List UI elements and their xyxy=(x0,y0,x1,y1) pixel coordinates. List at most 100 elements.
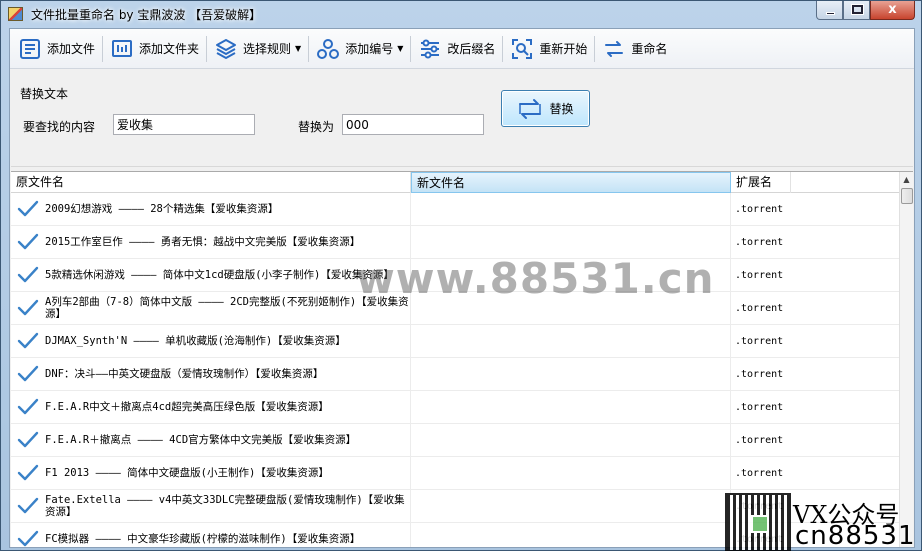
cell-new-name[interactable] xyxy=(411,193,731,225)
cell-original-name[interactable]: DNF：决斗——中英文硬盘版（爱情玫瑰制作）【爱收集资源】 xyxy=(11,358,411,390)
cell-original-name[interactable]: 5款精选休闲游戏 ———— 简体中文1cd硬盘版(小李子制作)【爱收集资源】 xyxy=(11,259,411,291)
cell-extension[interactable]: .torrent xyxy=(731,259,899,291)
cell-new-name[interactable] xyxy=(411,424,731,456)
scroll-thumb[interactable] xyxy=(901,188,913,204)
window-title: 文件批量重命名 by 宝鼎波波 【吾爱破解】 xyxy=(31,8,262,22)
cell-original-name[interactable]: DJMAX_Synth'N ———— 单机收藏版(沧海制作)【爱收集资源】 xyxy=(11,325,411,357)
checkmark-icon[interactable] xyxy=(17,265,39,285)
replace-button[interactable]: 替换 xyxy=(501,90,590,127)
checkmark-icon[interactable] xyxy=(17,496,39,516)
replace-text-group: 替换文本 要查找的内容 替换为 替换 xyxy=(11,72,913,167)
checkmark-icon[interactable] xyxy=(17,232,39,252)
cell-extension[interactable]: .torrent xyxy=(731,325,899,357)
original-name-text: F.E.A.R中文＋撤离点4cd超完美高压绿色版【爱收集资源】 xyxy=(45,401,329,413)
select-rule-button[interactable]: 选择规则 ▼ xyxy=(208,32,307,66)
replace-with-input[interactable] xyxy=(342,114,484,135)
restart-label: 重新开始 xyxy=(539,42,588,56)
original-name-text: DNF：决斗——中英文硬盘版（爱情玫瑰制作）【爱收集资源】 xyxy=(45,368,324,380)
toolbar-separator xyxy=(410,35,412,62)
cell-extension[interactable]: .torrent xyxy=(731,292,899,324)
original-name-text: Fate.Extella ———— v4中英文33DLC完整硬盘版(爱情玫瑰制作… xyxy=(45,494,405,518)
title-bar[interactable]: 文件批量重命名 by 宝鼎波波 【吾爱破解】 x xyxy=(1,1,921,27)
cell-original-name[interactable]: F.E.A.R＋撤离点 ———— 4CD官方繁体中文完美版【爱收集资源】 xyxy=(11,424,411,456)
checkmark-icon[interactable] xyxy=(17,364,39,384)
cell-original-name[interactable]: FC模拟器 ———— 中文豪华珍藏版(柠檬的滋味制作)【爱收集资源】 xyxy=(11,523,411,547)
add-folder-label: 添加文件夹 xyxy=(139,42,200,56)
close-icon: x xyxy=(888,2,897,17)
restart-button[interactable]: 重新开始 xyxy=(504,32,593,66)
scroll-up-icon[interactable]: ▲ xyxy=(900,172,913,187)
maximize-button[interactable] xyxy=(843,1,870,20)
cell-new-name[interactable] xyxy=(411,325,731,357)
checkmark-icon[interactable] xyxy=(17,529,39,547)
table-row[interactable]: DNF：决斗——中英文硬盘版（爱情玫瑰制作）【爱收集资源】 .torrent xyxy=(11,358,899,391)
cell-extension[interactable]: .torrent xyxy=(731,226,899,258)
cell-original-name[interactable]: Fate.Extella ———— v4中英文33DLC完整硬盘版(爱情玫瑰制作… xyxy=(11,490,411,522)
change-ext-button[interactable]: 改后缀名 xyxy=(412,32,501,66)
original-name-text: FC模拟器 ———— 中文豪华珍藏版(柠檬的滋味制作)【爱收集资源】 xyxy=(45,533,361,545)
watermark-text: www.88531.cn xyxy=(356,254,715,303)
column-extension[interactable]: 扩展名 xyxy=(731,172,791,193)
original-name-text: 2009幻想游戏 ———— 28个精选集【爱收集资源】 xyxy=(45,203,279,215)
add-file-icon xyxy=(20,38,40,59)
cell-new-name[interactable] xyxy=(411,490,731,522)
column-new-name[interactable]: 新文件名 xyxy=(411,172,731,193)
original-name-text: F1 2013 ———— 简体中文硬盘版(小王制作)【爱收集资源】 xyxy=(45,467,329,479)
find-input[interactable] xyxy=(113,114,255,135)
qr-code-icon xyxy=(725,493,791,551)
replace-button-label: 替换 xyxy=(549,102,574,116)
minimize-icon xyxy=(826,12,835,15)
cell-original-name[interactable]: 2015工作室巨作 ———— 勇者无惧：越战中文完美版【爱收集资源】 xyxy=(11,226,411,258)
checkmark-icon[interactable] xyxy=(17,199,39,219)
swap-arrows-icon xyxy=(605,40,624,57)
layers-icon xyxy=(216,38,237,59)
cell-extension[interactable]: .torrent xyxy=(731,193,899,225)
select-rule-label: 选择规则 xyxy=(243,42,292,56)
cell-extension[interactable]: .torrent xyxy=(731,358,899,390)
scan-search-icon xyxy=(512,38,533,59)
app-icon xyxy=(8,7,23,21)
checkmark-icon[interactable] xyxy=(17,463,39,483)
maximize-icon xyxy=(851,4,864,15)
vertical-scrollbar[interactable]: ▲ xyxy=(899,172,913,547)
column-original-name[interactable]: 原文件名 xyxy=(11,172,411,193)
file-list-grid[interactable]: 原文件名 新文件名 扩展名 2009幻想游戏 ———— 28个精选集【爱收集资源… xyxy=(11,171,913,547)
checkmark-icon[interactable] xyxy=(17,397,39,417)
table-row[interactable]: F1 2013 ———— 简体中文硬盘版(小王制作)【爱收集资源】 .torren… xyxy=(11,457,899,490)
chevron-down-icon: ▼ xyxy=(295,44,302,53)
cell-original-name[interactable]: F.E.A.R中文＋撤离点4cd超完美高压绿色版【爱收集资源】 xyxy=(11,391,411,423)
cell-extension[interactable]: .torrent xyxy=(731,457,899,489)
cell-original-name[interactable]: F1 2013 ———— 简体中文硬盘版(小王制作)【爱收集资源】 xyxy=(11,457,411,489)
add-number-button[interactable]: 添加编号 ▼ xyxy=(310,32,409,66)
cell-extension[interactable]: .torrent xyxy=(731,391,899,423)
close-button[interactable]: x xyxy=(870,1,915,20)
table-row[interactable]: DJMAX_Synth'N ———— 单机收藏版(沧海制作)【爱收集资源】 .to… xyxy=(11,325,899,358)
cell-new-name[interactable] xyxy=(411,523,731,547)
minimize-button[interactable] xyxy=(816,1,843,20)
cell-new-name[interactable] xyxy=(411,457,731,489)
window-controls: x xyxy=(816,1,915,21)
replace-with-label: 替换为 xyxy=(298,120,335,134)
cell-original-name[interactable]: 2009幻想游戏 ———— 28个精选集【爱收集资源】 xyxy=(11,193,411,225)
add-folder-button[interactable]: 添加文件夹 xyxy=(104,32,205,66)
find-label: 要查找的内容 xyxy=(23,120,96,134)
table-row[interactable]: F.E.A.R＋撤离点 ———— 4CD官方繁体中文完美版【爱收集资源】 .tor… xyxy=(11,424,899,457)
toolbar-separator xyxy=(102,35,104,62)
cell-original-name[interactable]: A列车2部曲（7-8）简体中文版 ———— 2CD完整版(不死别姬制作)【爱收集… xyxy=(11,292,411,324)
table-row[interactable]: F.E.A.R中文＋撤离点4cd超完美高压绿色版【爱收集资源】 .torrent xyxy=(11,391,899,424)
checkmark-icon[interactable] xyxy=(17,331,39,351)
checkmark-icon[interactable] xyxy=(17,298,39,318)
chevron-down-icon: ▼ xyxy=(397,44,404,53)
original-name-text: 2015工作室巨作 ———— 勇者无惧：越战中文完美版【爱收集资源】 xyxy=(45,236,361,248)
change-ext-label: 改后缀名 xyxy=(447,42,496,56)
cell-extension[interactable]: .torrent xyxy=(731,424,899,456)
toolbar-separator xyxy=(502,35,504,62)
sliders-icon xyxy=(421,39,440,58)
cell-new-name[interactable] xyxy=(411,358,731,390)
rename-button[interactable]: 重命名 xyxy=(596,32,673,66)
cell-new-name[interactable] xyxy=(411,391,731,423)
checkmark-icon[interactable] xyxy=(17,430,39,450)
promo-line2: cn88531 xyxy=(795,521,916,551)
table-row[interactable]: 2009幻想游戏 ———— 28个精选集【爱收集资源】 .torrent xyxy=(11,193,899,226)
add-file-button[interactable]: 添加文件 xyxy=(12,32,101,66)
